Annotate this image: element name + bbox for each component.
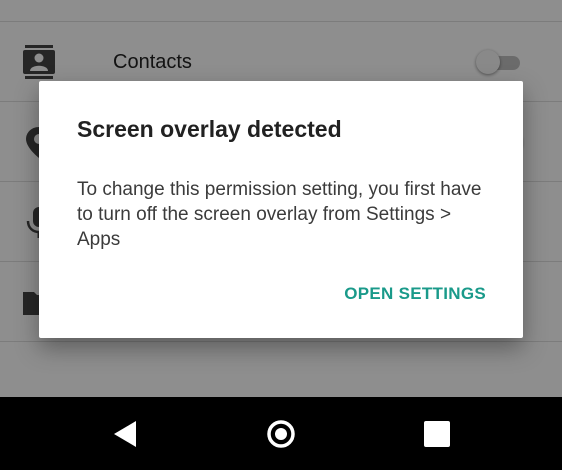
permissions-screen: Contacts Screen overlay detected To chan… (0, 0, 562, 397)
dialog-message: To change this permission setting, you f… (77, 179, 482, 250)
dialog-title: Screen overlay detected (77, 116, 342, 142)
recents-icon[interactable] (417, 414, 457, 454)
home-icon[interactable] (261, 414, 301, 454)
screen-overlay-dialog: Screen overlay detected To change this p… (39, 81, 523, 338)
back-icon[interactable] (106, 414, 146, 454)
navigation-bar (0, 397, 562, 470)
open-settings-button[interactable]: OPEN SETTINGS (344, 280, 486, 308)
